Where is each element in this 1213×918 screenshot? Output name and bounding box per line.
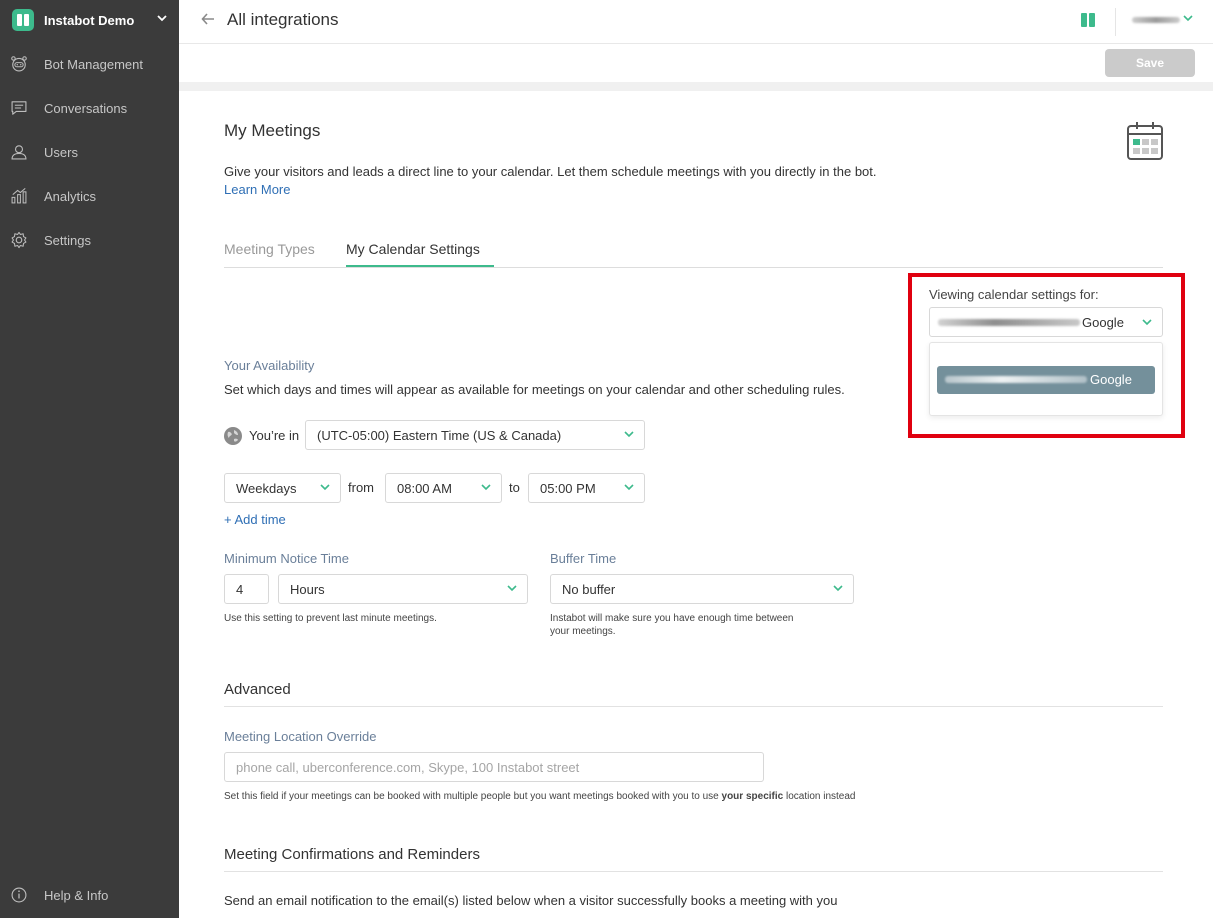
buffer-time-select[interactable]: No buffer <box>550 574 854 604</box>
location-override-input[interactable] <box>224 752 764 782</box>
save-button[interactable]: Save <box>1105 49 1195 77</box>
sidebar-item-label: Conversations <box>44 100 128 116</box>
main-content: My Meetings Give your visitors and leads… <box>179 91 1213 918</box>
divider <box>224 706 1163 707</box>
buffer-help-line: your meetings. <box>550 626 616 637</box>
chevron-down-icon <box>1183 12 1193 26</box>
section-title: My Meetings <box>224 121 321 140</box>
sidebar-item-conversations[interactable]: Conversations <box>0 88 179 128</box>
action-bar: Save <box>179 45 1213 82</box>
instabot-logo-icon <box>12 9 34 31</box>
highlight-annotation-box <box>908 273 1185 438</box>
tab-meeting-types[interactable]: Meeting Types <box>224 241 315 257</box>
minimum-notice-input[interactable] <box>224 574 269 604</box>
confirmations-heading: Meeting Confirmations and Reminders <box>224 846 480 863</box>
page-title: All integrations <box>227 10 339 29</box>
chevron-down-icon <box>481 484 491 491</box>
help-text-bold: your specific <box>721 791 784 802</box>
sidebar-item-label: Users <box>44 144 78 160</box>
chevron-down-icon <box>157 12 167 26</box>
sidebar-item-help[interactable]: Help & Info <box>0 875 179 915</box>
globe-icon <box>224 427 242 445</box>
divider <box>179 82 1213 91</box>
tab-my-calendar-settings[interactable]: My Calendar Settings <box>346 241 480 257</box>
minimum-notice-unit-select[interactable]: Hours <box>278 574 528 604</box>
top-bar: All integrations <box>179 0 1213 44</box>
sidebar-item-settings[interactable]: Settings <box>0 220 179 260</box>
minimum-notice-label: Minimum Notice Time <box>224 551 349 566</box>
location-override-help: Set this field if your meetings can be b… <box>224 791 856 802</box>
to-label: to <box>509 480 520 495</box>
instabot-logo-icon <box>1081 13 1095 27</box>
chevron-down-icon <box>320 484 330 491</box>
availability-heading: Your Availability <box>224 358 315 373</box>
chevron-down-icon <box>624 431 634 438</box>
back-arrow-icon[interactable] <box>201 11 215 31</box>
days-select[interactable]: Weekdays <box>224 473 341 503</box>
location-override-label: Meeting Location Override <box>224 729 377 744</box>
help-text: location instead <box>783 791 856 802</box>
days-value: Weekdays <box>236 480 297 496</box>
sidebar: Instabot Demo Bot Management Conversatio… <box>0 0 179 918</box>
sidebar-item-label: Settings <box>44 232 91 248</box>
info-icon <box>10 882 36 908</box>
divider <box>1115 8 1116 36</box>
confirmations-description: Send an email notification to the email(… <box>224 893 838 908</box>
timezone-value: (UTC-05:00) Eastern Time (US & Canada) <box>317 427 562 443</box>
minimum-notice-unit-value: Hours <box>290 581 325 597</box>
from-label: from <box>348 480 374 495</box>
sidebar-item-label: Analytics <box>44 188 97 204</box>
chat-icon <box>10 95 36 121</box>
sidebar-item-users[interactable]: Users <box>0 132 179 172</box>
chevron-down-icon <box>507 585 517 592</box>
active-tab-indicator <box>346 265 494 267</box>
divider <box>224 871 1163 872</box>
bot-icon <box>10 51 36 77</box>
workspace-switcher[interactable]: Instabot Demo <box>0 0 179 40</box>
timezone-label: You’re in <box>249 428 300 443</box>
sidebar-item-analytics[interactable]: Analytics <box>0 176 179 216</box>
to-time-select[interactable]: 05:00 PM <box>528 473 645 503</box>
sidebar-item-label: Help & Info <box>44 887 109 903</box>
user-icon <box>10 139 36 165</box>
sidebar-item-bot-management[interactable]: Bot Management <box>0 44 179 84</box>
gear-icon <box>10 227 36 253</box>
learn-more-link[interactable]: Learn More <box>224 182 290 197</box>
advanced-heading: Advanced <box>224 681 291 698</box>
chevron-down-icon <box>624 484 634 491</box>
tabs-divider <box>224 267 1163 268</box>
redacted-username <box>1132 17 1180 23</box>
from-time-value: 08:00 AM <box>397 480 452 496</box>
chevron-down-icon <box>833 585 843 592</box>
page-description: Give your visitors and leads a direct li… <box>224 164 877 179</box>
to-time-value: 05:00 PM <box>540 480 596 496</box>
help-text: Set this field if your meetings can be b… <box>224 791 722 802</box>
add-time-link[interactable]: + Add time <box>224 512 286 527</box>
analytics-icon <box>10 183 36 209</box>
availability-description: Set which days and times will appear as … <box>224 382 845 397</box>
buffer-help-line: Instabot will make sure you have enough … <box>550 613 794 624</box>
timezone-select[interactable]: (UTC-05:00) Eastern Time (US & Canada) <box>305 420 645 450</box>
from-time-select[interactable]: 08:00 AM <box>385 473 502 503</box>
sidebar-item-label: Bot Management <box>44 56 144 72</box>
buffer-time-value: No buffer <box>562 581 616 597</box>
minimum-notice-help: Use this setting to prevent last minute … <box>224 613 437 624</box>
workspace-name: Instabot Demo <box>44 12 135 28</box>
buffer-time-label: Buffer Time <box>550 551 617 566</box>
calendar-icon <box>1127 122 1163 160</box>
